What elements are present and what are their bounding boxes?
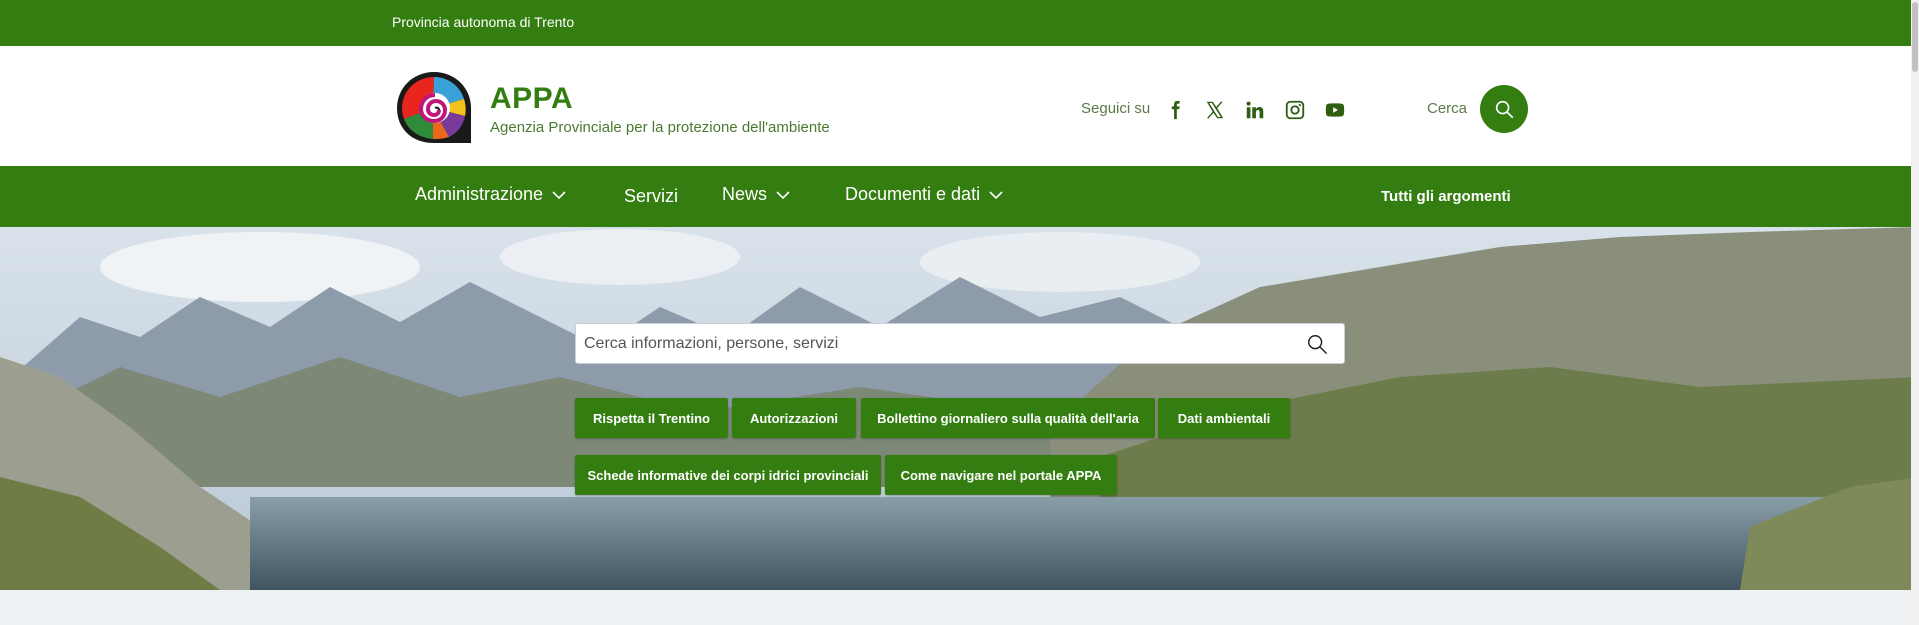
follow-us-label: Seguici su — [1081, 100, 1151, 117]
quick-link-dati-ambientali[interactable]: Dati ambientali — [1158, 398, 1290, 438]
nav-item-label: Servizi — [624, 186, 679, 206]
nav-item-servizi[interactable]: Servizi — [624, 186, 678, 207]
page-scrollbar[interactable] — [1911, 0, 1919, 625]
search-icon — [1495, 100, 1514, 119]
scrollbar-thumb[interactable] — [1912, 2, 1918, 72]
appa-logo[interactable] — [393, 68, 475, 147]
quick-link-schede-corpi-idrici[interactable]: Schede informative dei corpi idrici prov… — [575, 455, 881, 495]
nav-item-documenti-e-dati[interactable]: Documenti e dati — [845, 184, 1004, 205]
quick-link-rispetta-il-trentino[interactable]: Rispetta il Trentino — [575, 398, 728, 438]
x-icon[interactable] — [1203, 98, 1227, 122]
facebook-icon[interactable] — [1163, 98, 1187, 122]
hero-search-input[interactable] — [584, 324, 1284, 363]
site-subtitle: Agenzia Provinciale per la protezione de… — [490, 119, 830, 136]
province-link[interactable]: Provincia autonoma di Trento — [392, 14, 574, 30]
nav-item-administrazione[interactable]: Administrazione — [415, 184, 567, 205]
hero-banner: Rispetta il Trentino Autorizzazioni Boll… — [0, 227, 1919, 590]
youtube-icon[interactable] — [1323, 98, 1347, 122]
top-bar: Provincia autonoma di Trento — [0, 0, 1919, 46]
hero-search-box — [575, 323, 1345, 364]
quick-link-autorizzazioni[interactable]: Autorizzazioni — [732, 398, 856, 438]
quick-link-bollettino-qualita-aria[interactable]: Bollettino giornaliero sulla qualità del… — [861, 398, 1155, 438]
nav-item-news[interactable]: News — [722, 184, 791, 205]
nav-item-label: Documenti e dati — [845, 184, 981, 204]
search-button[interactable] — [1480, 85, 1528, 133]
chevron-down-icon — [989, 190, 1003, 199]
linkedin-icon[interactable] — [1243, 98, 1267, 122]
all-topics-link[interactable]: Tutti gli argomenti — [1381, 188, 1511, 205]
content-area — [0, 590, 1919, 625]
nav-item-label: Administrazione — [415, 184, 544, 204]
chevron-down-icon — [776, 190, 790, 199]
main-nav: Administrazione Servizi News Documenti e… — [0, 166, 1919, 227]
search-label[interactable]: Cerca — [1427, 100, 1467, 117]
site-title[interactable]: APPA — [490, 82, 573, 116]
site-header: APPA Agenzia Provinciale per la protezio… — [0, 46, 1919, 166]
instagram-icon[interactable] — [1283, 98, 1307, 122]
quick-link-come-navigare[interactable]: Come navigare nel portale APPA — [885, 455, 1117, 495]
search-icon[interactable] — [1306, 333, 1328, 355]
chevron-down-icon — [552, 190, 566, 199]
nav-item-label: News — [722, 184, 768, 204]
